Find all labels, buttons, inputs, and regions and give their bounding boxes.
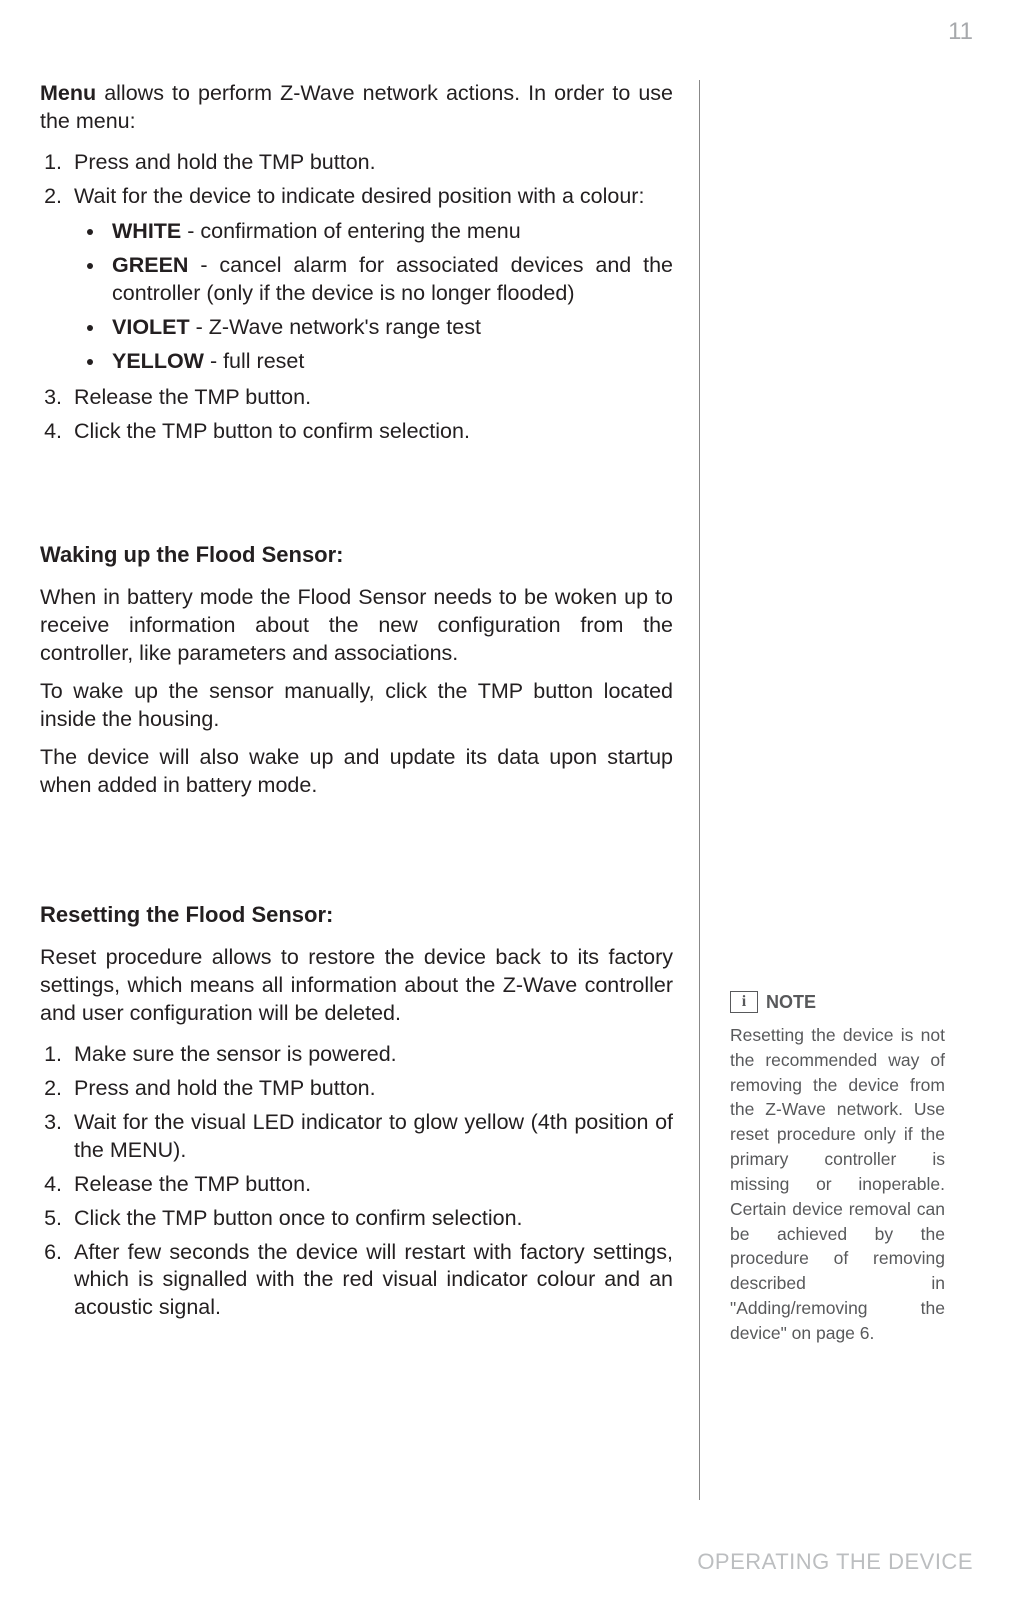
menu-color-violet-desc: - Z-Wave network's range test bbox=[190, 315, 481, 339]
menu-color-green-desc: - cancel alarm for associated devices an… bbox=[112, 253, 673, 305]
note-body: Resetting the device is not the recommen… bbox=[730, 1023, 945, 1346]
menu-steps-list: Press and hold the TMP button. Wait for … bbox=[40, 146, 673, 449]
gap-1 bbox=[40, 449, 673, 525]
resetting-step-2: Press and hold the TMP button. bbox=[68, 1072, 673, 1106]
resetting-steps-list: Make sure the sensor is powered. Press a… bbox=[40, 1038, 673, 1325]
main-column: Menu allows to perform Z-Wave network ac… bbox=[40, 80, 700, 1500]
side-column: i NOTE Resetting the device is not the r… bbox=[730, 80, 945, 1500]
menu-intro-bold: Menu bbox=[40, 81, 96, 105]
note-header: i NOTE bbox=[730, 990, 945, 1015]
gap-2 bbox=[40, 809, 673, 885]
resetting-intro: Reset procedure allows to restore the de… bbox=[40, 944, 673, 1028]
menu-intro: Menu allows to perform Z-Wave network ac… bbox=[40, 80, 673, 136]
resetting-step-1: Make sure the sensor is powered. bbox=[68, 1038, 673, 1072]
menu-color-yellow-label: YELLOW bbox=[112, 349, 204, 373]
page-number: 11 bbox=[948, 18, 973, 46]
menu-color-violet: VIOLET - Z-Wave network's range test bbox=[106, 311, 673, 345]
resetting-heading: Resetting the Flood Sensor: bbox=[40, 901, 673, 930]
menu-color-green: GREEN - cancel alarm for associated devi… bbox=[106, 249, 673, 311]
resetting-step-3: Wait for the visual LED indicator to glo… bbox=[68, 1106, 673, 1168]
menu-color-yellow: YELLOW - full reset bbox=[106, 345, 673, 379]
menu-color-violet-label: VIOLET bbox=[112, 315, 190, 339]
menu-step-3: Release the TMP button. bbox=[68, 381, 673, 415]
menu-color-green-label: GREEN bbox=[112, 253, 188, 277]
side-spacer bbox=[730, 80, 945, 990]
menu-color-white-desc: - confirmation of entering the menu bbox=[181, 219, 520, 243]
menu-color-white-label: WHITE bbox=[112, 219, 181, 243]
menu-color-white: WHITE - confirmation of entering the men… bbox=[106, 215, 673, 249]
waking-p1: When in battery mode the Flood Sensor ne… bbox=[40, 584, 673, 668]
resetting-step-6: After few seconds the device will restar… bbox=[68, 1236, 673, 1326]
waking-heading: Waking up the Flood Sensor: bbox=[40, 541, 673, 570]
waking-p2: To wake up the sensor manually, click th… bbox=[40, 678, 673, 734]
menu-step-1: Press and hold the TMP button. bbox=[68, 146, 673, 180]
menu-color-yellow-desc: - full reset bbox=[204, 349, 304, 373]
note-label: NOTE bbox=[766, 990, 816, 1015]
waking-p3: The device will also wake up and update … bbox=[40, 744, 673, 800]
resetting-step-5: Click the TMP button once to confirm sel… bbox=[68, 1202, 673, 1236]
menu-intro-rest: allows to perform Z-Wave network actions… bbox=[40, 81, 673, 133]
resetting-step-4: Release the TMP button. bbox=[68, 1168, 673, 1202]
menu-step-2-lead: Wait for the device to indicate desired … bbox=[74, 184, 644, 208]
menu-colors-list: WHITE - confirmation of entering the men… bbox=[84, 215, 673, 379]
menu-step-2: Wait for the device to indicate desired … bbox=[68, 180, 673, 382]
menu-step-4: Click the TMP button to confirm selectio… bbox=[68, 415, 673, 449]
page: 11 Menu allows to perform Z-Wave network… bbox=[0, 0, 1021, 1601]
columns: Menu allows to perform Z-Wave network ac… bbox=[40, 80, 981, 1500]
info-icon: i bbox=[730, 991, 758, 1013]
footer-title: OPERATING THE DEVICE bbox=[697, 1549, 973, 1575]
